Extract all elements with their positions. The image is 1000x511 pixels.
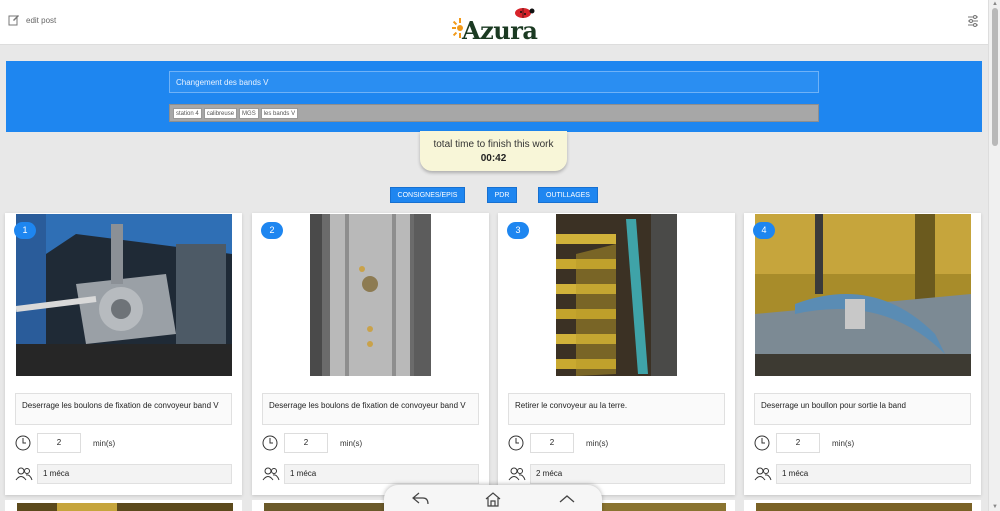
tag-chip[interactable]: station 4 <box>173 108 202 119</box>
people-count-field[interactable]: 1 méca <box>776 464 971 484</box>
scroll-down-arrow-icon[interactable]: ▼ <box>991 504 999 510</box>
bottom-navigation <box>384 485 602 511</box>
people-icon <box>262 467 280 481</box>
step-card[interactable]: 4 Deserrage un boullon pour sortie la ba… <box>744 213 981 495</box>
step-card[interactable]: 1 Deserrage les boulons de fixation de c… <box>5 213 242 495</box>
clock-icon <box>508 435 524 451</box>
minutes-input[interactable]: 2 <box>284 433 328 453</box>
step-photo[interactable] <box>755 214 971 376</box>
step-time-row: 2 min(s) <box>754 433 854 453</box>
next-step-card[interactable] <box>744 500 981 511</box>
clock-icon <box>754 435 770 451</box>
next-step-card[interactable] <box>5 500 242 511</box>
total-time-value: 00:42 <box>480 153 507 164</box>
tag-chip[interactable]: calibreuse <box>203 108 238 119</box>
tags-field[interactable]: station 4 calibreuse MGS les bands V <box>169 104 819 122</box>
people-count-field[interactable]: 1 méca <box>37 464 232 484</box>
step-people-row: 2 méca <box>508 464 725 484</box>
post-header-banner: Changement des bands V station 4 calibre… <box>6 61 982 132</box>
step-time-row: 2 min(s) <box>262 433 362 453</box>
step-people-row: 1 méca <box>754 464 971 484</box>
minutes-input[interactable]: 2 <box>776 433 820 453</box>
step-photo[interactable] <box>756 503 972 511</box>
home-icon[interactable] <box>484 491 502 507</box>
azura-logo: Azura <box>452 6 542 45</box>
step-description[interactable]: Deserrage un boullon pour sortie la band <box>754 393 971 425</box>
step-description[interactable]: Deserrage les boulons de fixation de con… <box>15 393 232 425</box>
step-card[interactable]: 2 Deserrage les boulons de fixation de c… <box>252 213 489 495</box>
step-description[interactable]: Retirer le convoyeur au la terre. <box>508 393 725 425</box>
step-photo[interactable] <box>310 214 431 376</box>
step-people-row: 1 méca <box>15 464 232 484</box>
people-count-field[interactable]: 2 méca <box>530 464 725 484</box>
step-description[interactable]: Deserrage les boulons de fixation de con… <box>262 393 479 425</box>
minutes-unit-label: min(s) <box>586 438 609 448</box>
minutes-input[interactable]: 2 <box>530 433 574 453</box>
people-icon <box>15 467 33 481</box>
people-icon <box>508 467 526 481</box>
pdr-button[interactable]: PDR <box>487 187 517 203</box>
minutes-unit-label: min(s) <box>832 438 855 448</box>
tag-chip[interactable]: MGS <box>239 108 259 119</box>
people-icon <box>754 467 772 481</box>
minutes-input[interactable]: 2 <box>37 433 81 453</box>
sliders-icon[interactable] <box>966 14 980 28</box>
reply-icon[interactable] <box>412 491 430 507</box>
edit-icon <box>8 15 19 26</box>
minutes-unit-label: min(s) <box>93 438 116 448</box>
step-photo[interactable] <box>17 503 233 511</box>
step-photo[interactable] <box>556 214 677 376</box>
total-time-panel: total time to finish this work 00:42 <box>420 131 567 171</box>
step-number-badge: 4 <box>753 222 775 239</box>
step-people-row: 1 méca <box>262 464 479 484</box>
step-time-row: 2 min(s) <box>15 433 115 453</box>
step-number-badge: 2 <box>261 222 283 239</box>
section-buttons: CONSIGNES/EPIS PDR OUTILLAGES <box>0 187 988 203</box>
people-count-field[interactable]: 1 méca <box>284 464 479 484</box>
logo-text: Azura <box>462 16 538 45</box>
outillages-button[interactable]: OUTILLAGES <box>538 187 598 203</box>
step-number-badge: 3 <box>507 222 529 239</box>
step-time-row: 2 min(s) <box>508 433 608 453</box>
step-photo[interactable] <box>16 214 232 376</box>
step-number-badge: 1 <box>14 222 36 239</box>
edit-post-label: edit post <box>26 15 57 25</box>
post-title-field[interactable]: Changement des bands V <box>169 71 819 93</box>
chevron-up-icon[interactable] <box>558 491 576 507</box>
edit-post-link[interactable]: edit post <box>8 14 56 26</box>
total-time-label: total time to finish this work <box>433 139 554 150</box>
tag-chip[interactable]: les bands V <box>260 108 299 119</box>
minutes-unit-label: min(s) <box>340 438 363 448</box>
clock-icon <box>262 435 278 451</box>
scroll-thumb[interactable] <box>992 8 998 146</box>
step-card[interactable]: 3 Retirer le convoyeur au la terre. 2 mi… <box>498 213 735 495</box>
top-bar: edit post Azura <box>0 0 988 45</box>
clock-icon <box>15 435 31 451</box>
page-scrollbar[interactable]: ▲ ▼ <box>988 0 1000 511</box>
consignes-epis-button[interactable]: CONSIGNES/EPIS <box>390 187 465 203</box>
scroll-up-arrow-icon[interactable]: ▲ <box>991 1 999 7</box>
